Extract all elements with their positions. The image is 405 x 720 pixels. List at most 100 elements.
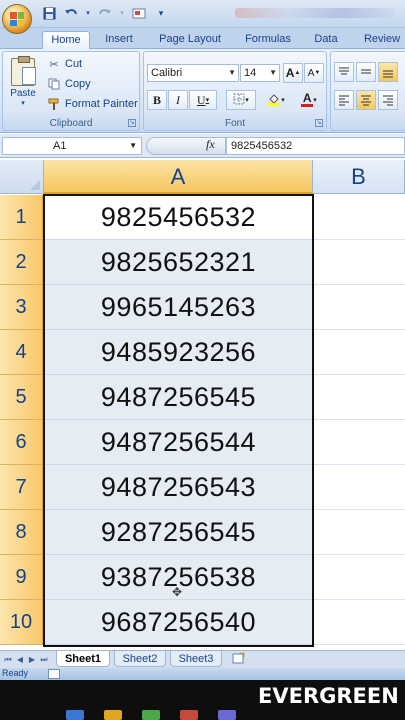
first-sheet-icon[interactable]: ⏮ xyxy=(2,653,14,666)
name-box[interactable]: A1 ▼ xyxy=(2,137,142,155)
customize-icon[interactable]: ▾ xyxy=(152,5,170,21)
align-bottom-icon[interactable] xyxy=(378,62,398,82)
align-right-icon[interactable] xyxy=(378,90,398,110)
column-header-a[interactable]: A xyxy=(44,160,313,194)
cell-a3[interactable]: 9965145263 xyxy=(44,285,313,330)
row-header[interactable]: 3 xyxy=(0,285,44,330)
cell-b2[interactable] xyxy=(313,240,405,285)
select-all-button[interactable] xyxy=(0,160,44,194)
copy-button[interactable]: Copy xyxy=(47,75,91,93)
cell-a10[interactable]: 9687256540 xyxy=(44,600,313,645)
cut-button[interactable]: ✂ Cut xyxy=(47,55,82,73)
sheet-tab-sheet3[interactable]: Sheet3 xyxy=(170,651,222,667)
row-header[interactable]: 1 xyxy=(0,195,44,240)
font-name-select[interactable]: Calibri ▼ xyxy=(147,64,239,82)
app-icon[interactable] xyxy=(66,710,84,720)
macro-record-icon[interactable] xyxy=(48,669,60,679)
cell-b9[interactable] xyxy=(313,555,405,600)
cell-a2[interactable]: 9825652321 xyxy=(44,240,313,285)
cell-b10[interactable] xyxy=(313,600,405,645)
italic-button[interactable]: I xyxy=(168,90,188,110)
formula-input[interactable]: 9825456532 xyxy=(226,137,405,155)
office-button[interactable] xyxy=(2,4,32,34)
chevron-down-icon: ▼ xyxy=(228,68,236,77)
cell-a8[interactable]: 9287256545 xyxy=(44,510,313,555)
tab-review[interactable]: Review xyxy=(358,31,405,49)
name-box-value: A1 xyxy=(53,140,67,152)
office-logo-icon xyxy=(10,12,24,26)
chevron-down-icon[interactable]: ▾ xyxy=(84,5,92,21)
chevron-down-icon[interactable]: ▼ xyxy=(129,138,137,154)
cell-a1[interactable]: 9825456532 xyxy=(44,195,313,240)
font-size-value: 14 xyxy=(244,67,257,79)
quick-access-toolbar: ▾ ▾ ▾ xyxy=(40,5,170,21)
shrink-font-button[interactable]: A ▼ xyxy=(304,63,324,83)
bold-button[interactable]: B xyxy=(147,90,167,110)
app-icon[interactable] xyxy=(218,710,236,720)
cell-b8[interactable] xyxy=(313,510,405,555)
cell-a5[interactable]: 9487256545 xyxy=(44,375,313,420)
row-header[interactable]: 5 xyxy=(0,375,44,420)
app-icon[interactable] xyxy=(180,710,198,720)
save-icon[interactable] xyxy=(40,5,58,21)
font-color-button[interactable]: A ▾ xyxy=(294,90,324,110)
paint-bucket-icon xyxy=(267,92,281,109)
row-header[interactable]: 8 xyxy=(0,510,44,555)
row-header[interactable]: 7 xyxy=(0,465,44,510)
dialog-launcher-icon[interactable]: ↘ xyxy=(315,119,323,127)
underline-button[interactable]: U ▾ xyxy=(189,90,217,110)
tab-data[interactable]: Data xyxy=(306,31,346,49)
align-middle-icon[interactable] xyxy=(356,62,376,82)
insert-sheet-icon[interactable] xyxy=(230,652,248,666)
clipboard-group: Paste ▾ ✂ Cut Copy Format Painter Clipbo… xyxy=(2,51,140,131)
prev-sheet-icon[interactable]: ◀ xyxy=(14,653,26,666)
row-header[interactable]: 6 xyxy=(0,420,44,465)
format-painter-button[interactable]: Format Painter xyxy=(47,95,138,113)
print-preview-icon[interactable] xyxy=(130,5,148,21)
copy-icon xyxy=(47,77,61,91)
app-icon[interactable] xyxy=(142,710,160,720)
align-left-icon[interactable] xyxy=(334,90,354,110)
cell-b5[interactable] xyxy=(313,375,405,420)
cell-b6[interactable] xyxy=(313,420,405,465)
insert-function-button[interactable]: fx xyxy=(206,137,215,152)
next-sheet-icon[interactable]: ▶ xyxy=(26,653,38,666)
undo-icon[interactable] xyxy=(62,5,80,21)
paste-button[interactable]: Paste ▾ xyxy=(7,56,39,112)
app-icon[interactable] xyxy=(104,710,122,720)
tab-insert[interactable]: Insert xyxy=(96,31,142,49)
align-top-icon[interactable] xyxy=(334,62,354,82)
row-header[interactable]: 2 xyxy=(0,240,44,285)
row-header[interactable]: 4 xyxy=(0,330,44,375)
grow-font-button[interactable]: A ▲ xyxy=(283,63,303,83)
column-header-b[interactable]: B xyxy=(313,160,405,194)
sheet-tab-sheet2[interactable]: Sheet2 xyxy=(114,651,166,667)
align-center-icon[interactable] xyxy=(356,90,376,110)
chevron-down-icon[interactable]: ▾ xyxy=(118,5,126,21)
cell-a7[interactable]: 9487256543 xyxy=(44,465,313,510)
row-header[interactable]: 9 xyxy=(0,555,44,600)
worksheet-grid: A B 1 9825456532 2 9825652321 3 99651452… xyxy=(0,160,405,650)
last-sheet-icon[interactable]: ⏭ xyxy=(38,653,50,666)
ribbon: Paste ▾ ✂ Cut Copy Format Painter Clipbo… xyxy=(0,49,405,133)
tab-home[interactable]: Home xyxy=(42,31,90,49)
cell-b1[interactable] xyxy=(313,195,405,240)
dialog-launcher-icon[interactable]: ↘ xyxy=(128,119,136,127)
cell-b3[interactable] xyxy=(313,285,405,330)
fill-color-button[interactable]: ▾ xyxy=(261,90,291,110)
underline-label: U xyxy=(196,92,206,107)
row-header[interactable]: 10 xyxy=(0,600,44,645)
tab-page-layout[interactable]: Page Layout xyxy=(152,31,228,49)
sheet-tab-sheet1[interactable]: Sheet1 xyxy=(56,651,110,667)
font-size-select[interactable]: 14 ▼ xyxy=(240,64,280,82)
cell-a6[interactable]: 9487256544 xyxy=(44,420,313,465)
cell-b4[interactable] xyxy=(313,330,405,375)
tab-formulas[interactable]: Formulas xyxy=(238,31,298,49)
format-painter-label: Format Painter xyxy=(65,98,138,110)
cell-a4[interactable]: 9485923256 xyxy=(44,330,313,375)
cell-b7[interactable] xyxy=(313,465,405,510)
redo-icon[interactable] xyxy=(96,5,114,21)
borders-button[interactable]: ▾ xyxy=(226,90,256,110)
borders-icon xyxy=(233,93,245,108)
copy-label: Copy xyxy=(65,78,91,90)
